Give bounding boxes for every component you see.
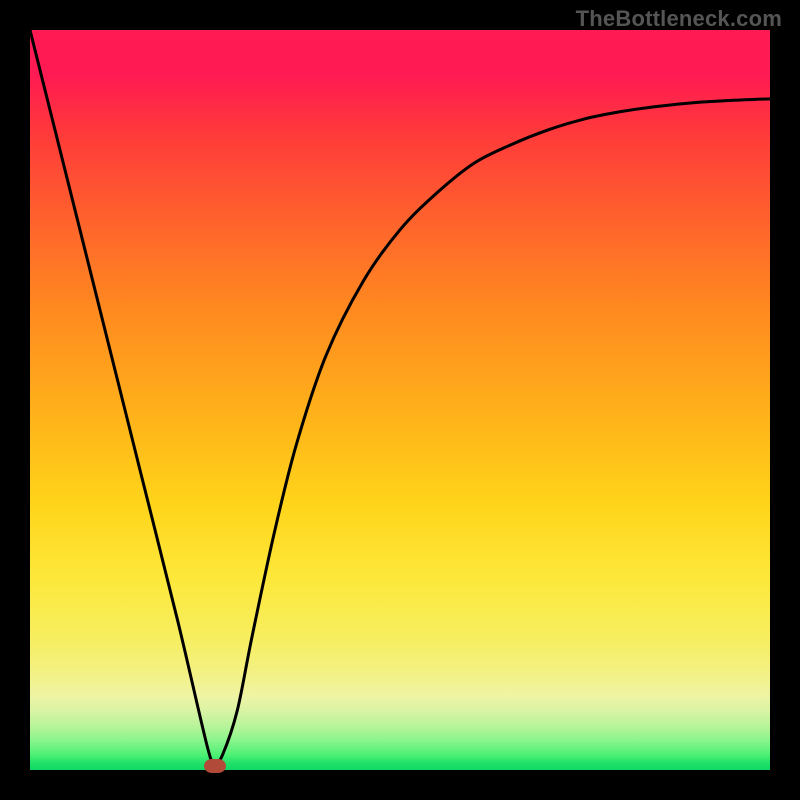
chart-frame: TheBottleneck.com	[0, 0, 800, 800]
minimum-marker	[204, 759, 226, 773]
bottleneck-curve	[30, 30, 770, 764]
curve-svg	[30, 30, 770, 770]
watermark-text: TheBottleneck.com	[576, 6, 782, 32]
plot-area	[30, 30, 770, 770]
